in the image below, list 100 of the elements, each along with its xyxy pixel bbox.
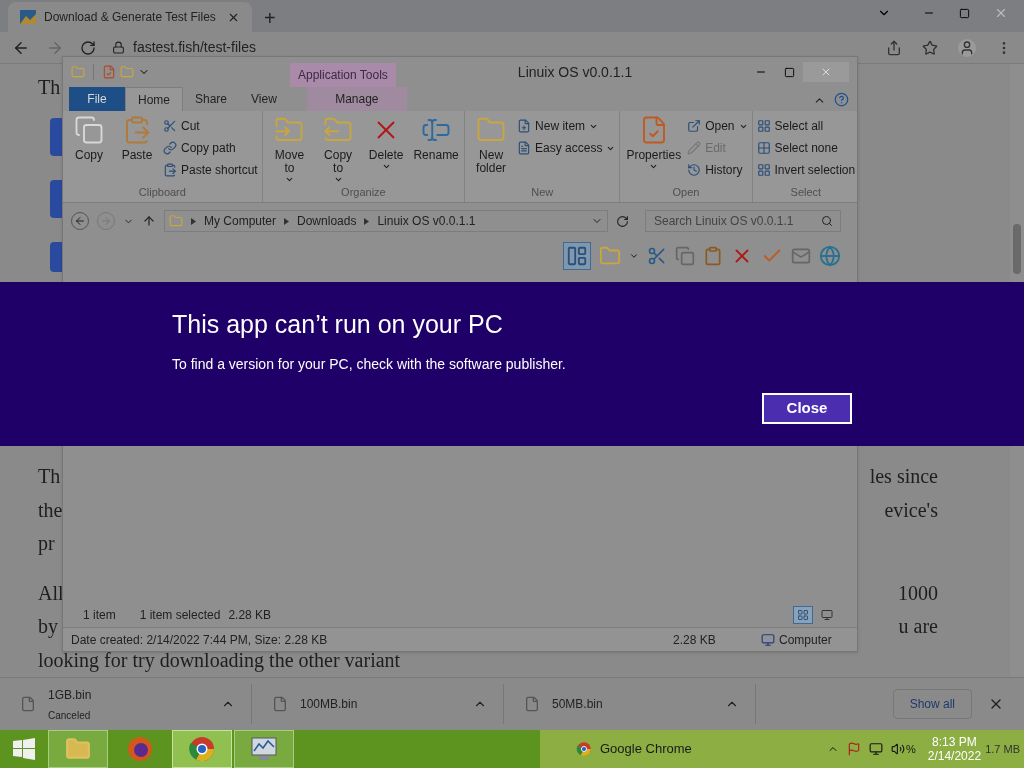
page-text: evice's: [884, 497, 938, 523]
ribbon-button[interactable]: New folder: [469, 115, 514, 175]
tab-title: Download & Generate Test Files: [44, 9, 216, 27]
close-button[interactable]: Close: [762, 392, 852, 424]
ribbon-button[interactable]: Cut: [163, 117, 258, 135]
context-tab-header: Application Tools: [290, 63, 396, 87]
ribbon-button[interactable]: Delete: [364, 115, 409, 171]
browser-tab[interactable]: Download & Generate Test Files: [8, 2, 252, 33]
ribbon-button[interactable]: Paste: [115, 115, 159, 162]
select-all-icon: [756, 119, 771, 133]
search-field[interactable]: Search Linuix OS v0.0.1.1: [645, 210, 841, 232]
chrome-icon: [576, 741, 592, 757]
bookmark-icon[interactable]: [922, 39, 938, 56]
help-icon[interactable]: [834, 92, 849, 107]
reload-button[interactable]: [80, 39, 96, 56]
page-text: u are: [898, 614, 938, 640]
chevron-icon: [364, 217, 370, 225]
breadcrumb[interactable]: My Computer: [204, 212, 277, 230]
network-icon[interactable]: [868, 742, 883, 756]
start-button[interactable]: [12, 737, 36, 761]
address-bar[interactable]: My Computer Downloads Linuix OS v0.0.1.1: [164, 210, 608, 232]
download-name[interactable]: 50MB.bin: [552, 695, 603, 714]
breadcrumb[interactable]: Downloads: [297, 212, 357, 230]
selection-status: 1 item selected: [139, 607, 221, 624]
thumbnail-icon: [821, 609, 833, 621]
ribbon-button[interactable]: Select none: [756, 139, 856, 157]
folder-icon: [120, 65, 134, 79]
dropdown-icon[interactable]: [629, 251, 639, 261]
envelope-icon[interactable]: [791, 246, 811, 266]
invert-icon: [756, 163, 771, 177]
refresh-icon[interactable]: [616, 214, 629, 228]
copy-icon[interactable]: [675, 246, 695, 266]
ribbon-button[interactable]: New item: [517, 117, 616, 135]
file-icon: [524, 696, 540, 713]
up-button[interactable]: [142, 214, 156, 228]
group-label: Clipboard: [137, 184, 187, 200]
select-none-icon: [756, 141, 771, 155]
action-center-icon[interactable]: [846, 742, 861, 756]
details-list-icon: [797, 609, 809, 621]
restore-button[interactable]: [959, 7, 970, 19]
ribbon-tab[interactable]: View: [239, 87, 289, 111]
page-text: pr: [38, 531, 55, 557]
page-text: 1000: [898, 580, 938, 606]
download-name[interactable]: 1GB.bin: [48, 685, 92, 704]
folder-icon: [71, 65, 85, 79]
details-view-button[interactable]: [793, 606, 813, 624]
dialog-title: This app can’t run on your PC: [172, 309, 504, 340]
ribbon-tab[interactable]: Manage: [306, 87, 407, 111]
page-text: by: [38, 614, 58, 640]
ribbon-button[interactable]: Invert selection: [756, 161, 856, 179]
ribbon-button[interactable]: History: [687, 161, 748, 179]
file-icon: [272, 696, 288, 713]
ribbon-button[interactable]: Copy to: [316, 115, 361, 184]
ribbon-button[interactable]: Move to: [266, 115, 313, 184]
close-icon: [820, 66, 832, 78]
maximize-icon: [783, 66, 795, 78]
profile-icon[interactable]: [958, 38, 976, 57]
group-label: New: [530, 184, 555, 200]
selection-size: 2.28 KB: [228, 607, 272, 624]
ribbon-button[interactable]: Select all: [756, 117, 856, 135]
download-name[interactable]: 100MB.bin: [300, 695, 358, 714]
item-count: 1 item: [83, 607, 116, 624]
chevron-icon: [191, 217, 196, 225]
ribbon-button[interactable]: Rename: [412, 115, 461, 162]
ribbon-button[interactable]: Copy path: [163, 139, 258, 157]
page-button-edge: [50, 242, 62, 273]
url-text[interactable]: fastest.fish/test-files: [133, 37, 256, 59]
path-icon: [163, 141, 177, 155]
edit-icon: [687, 141, 702, 155]
ribbon-button[interactable]: Easy access: [517, 139, 616, 157]
volume-text: %: [905, 741, 916, 757]
ribbon-button[interactable]: Open: [687, 117, 748, 135]
scissors-icon: [163, 119, 177, 133]
copy-icon: [74, 115, 104, 145]
volume-icon[interactable]: [890, 742, 905, 756]
scrollbar-thumb[interactable]: [1013, 224, 1021, 275]
folder-icon: [169, 214, 183, 228]
ribbon-tab[interactable]: Home: [125, 87, 183, 111]
taskbar-app[interactable]: [172, 730, 232, 768]
clipboard-icon[interactable]: [703, 246, 723, 266]
ribbon-tab[interactable]: File: [69, 87, 125, 111]
ribbon-button[interactable]: Properties: [624, 115, 684, 171]
ribbon-button[interactable]: Copy: [67, 115, 111, 162]
show-all-button[interactable]: Show all: [892, 689, 972, 720]
location: Computer: [779, 631, 833, 649]
file-size: 2.28 KB: [673, 631, 717, 649]
page-text: All: [38, 580, 64, 606]
share-icon[interactable]: [886, 39, 902, 56]
chart-monitor-icon: [250, 736, 278, 762]
close-button[interactable]: [994, 6, 1008, 20]
ribbon-tab[interactable]: Share: [183, 87, 240, 111]
new-tab-button[interactable]: +: [264, 8, 276, 29]
preview-pane-button[interactable]: [563, 242, 591, 270]
properties-icon: [102, 65, 116, 79]
taskbar-app[interactable]: [234, 730, 294, 768]
scissors-icon[interactable]: [647, 246, 667, 266]
taskbar-app[interactable]: [48, 730, 108, 768]
breadcrumb[interactable]: Linuix OS v0.0.1.1: [377, 212, 476, 230]
globe-icon[interactable]: [819, 245, 841, 267]
ribbon-button[interactable]: Paste shortcut: [163, 161, 258, 179]
